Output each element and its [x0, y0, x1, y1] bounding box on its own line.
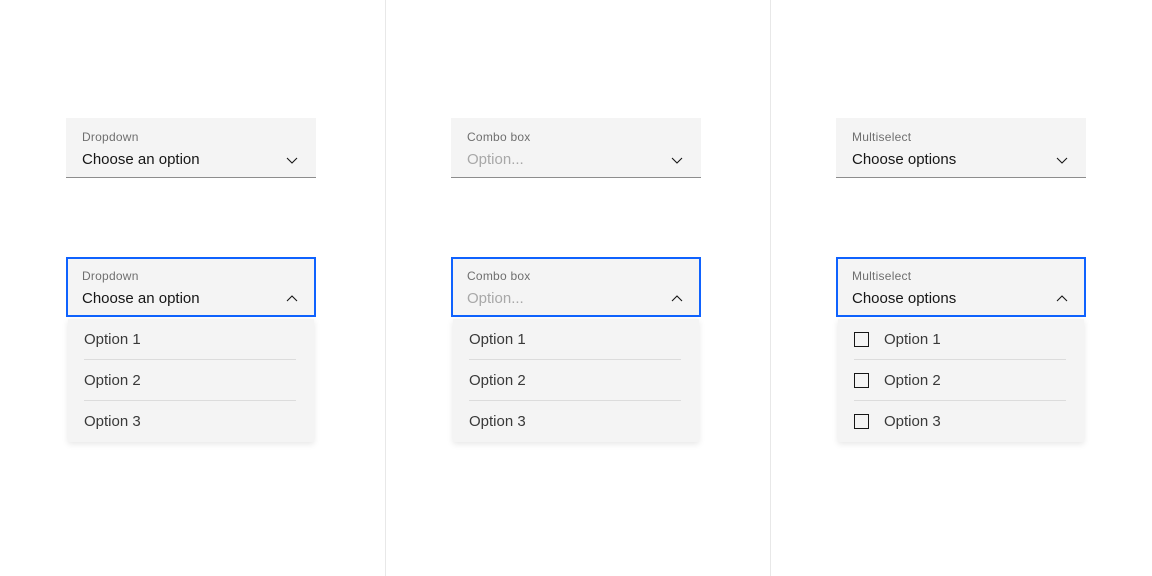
dropdown-value-row: Choose an option [82, 150, 300, 170]
chevron-up-icon[interactable] [284, 291, 300, 307]
option-label: Option 1 [469, 330, 526, 348]
dropdown-option-1[interactable]: Option 1 [68, 319, 314, 360]
multiselect-field-open[interactable]: Multiselect Choose options [836, 257, 1086, 317]
dropdown-value: Choose an option [82, 290, 200, 307]
multiselect-label: Multiselect [852, 130, 912, 144]
dropdown-value-row: Choose an option [82, 289, 300, 309]
combobox-value-row: Option... [467, 150, 685, 170]
multiselect-value: Choose options [852, 151, 957, 168]
multiselect-option-3[interactable]: Option 3 [838, 401, 1084, 442]
dropdown-field-closed[interactable]: Dropdown Choose an option [66, 118, 316, 178]
combobox-menu: Option 1 Option 2 Option 3 [453, 319, 699, 442]
checkbox-unchecked-icon[interactable] [854, 414, 869, 429]
option-label: Option 3 [84, 412, 141, 430]
combobox-label: Combo box [467, 269, 531, 283]
chevron-up-icon[interactable] [669, 291, 685, 307]
combobox-input[interactable]: Option... [467, 150, 524, 170]
option-label: Option 2 [469, 371, 526, 389]
combobox-label: Combo box [467, 130, 531, 144]
multiselect-value-row: Choose options [852, 289, 1070, 309]
dropdown-field-open[interactable]: Dropdown Choose an option [66, 257, 316, 317]
checkbox-unchecked-icon[interactable] [854, 332, 869, 347]
dropdown-label: Dropdown [82, 130, 139, 144]
chevron-down-icon[interactable] [284, 152, 300, 168]
multiselect-label: Multiselect [852, 269, 912, 283]
combobox-input[interactable]: Option... [467, 289, 524, 309]
multiselect-field-closed[interactable]: Multiselect Choose options [836, 118, 1086, 178]
multiselect-option-1[interactable]: Option 1 [838, 319, 1084, 360]
dropdown-option-2[interactable]: Option 2 [68, 360, 314, 401]
dropdown-menu: Option 1 Option 2 Option 3 [68, 319, 314, 442]
combobox-field-open[interactable]: Combo box Option... [451, 257, 701, 317]
combobox-value-row: Option... [467, 289, 685, 309]
combobox-option-2[interactable]: Option 2 [453, 360, 699, 401]
combobox-option-3[interactable]: Option 3 [453, 401, 699, 442]
dropdown-value: Choose an option [82, 151, 200, 168]
option-label: Option 2 [884, 371, 941, 389]
chevron-down-icon[interactable] [669, 152, 685, 168]
option-label: Option 1 [884, 330, 941, 348]
option-label: Option 3 [884, 412, 941, 430]
option-label: Option 3 [469, 412, 526, 430]
combobox-field-closed[interactable]: Combo box Option... [451, 118, 701, 178]
option-label: Option 1 [84, 330, 141, 348]
combobox-option-1[interactable]: Option 1 [453, 319, 699, 360]
chevron-up-icon[interactable] [1054, 291, 1070, 307]
multiselect-option-2[interactable]: Option 2 [838, 360, 1084, 401]
dropdown-label: Dropdown [82, 269, 139, 283]
chevron-down-icon[interactable] [1054, 152, 1070, 168]
multiselect-menu: Option 1 Option 2 Option 3 [838, 319, 1084, 442]
dropdown-option-3[interactable]: Option 3 [68, 401, 314, 442]
checkbox-unchecked-icon[interactable] [854, 373, 869, 388]
option-label: Option 2 [84, 371, 141, 389]
column-divider-2 [770, 0, 771, 576]
multiselect-value-row: Choose options [852, 150, 1070, 170]
multiselect-value: Choose options [852, 290, 957, 307]
column-divider-1 [385, 0, 386, 576]
